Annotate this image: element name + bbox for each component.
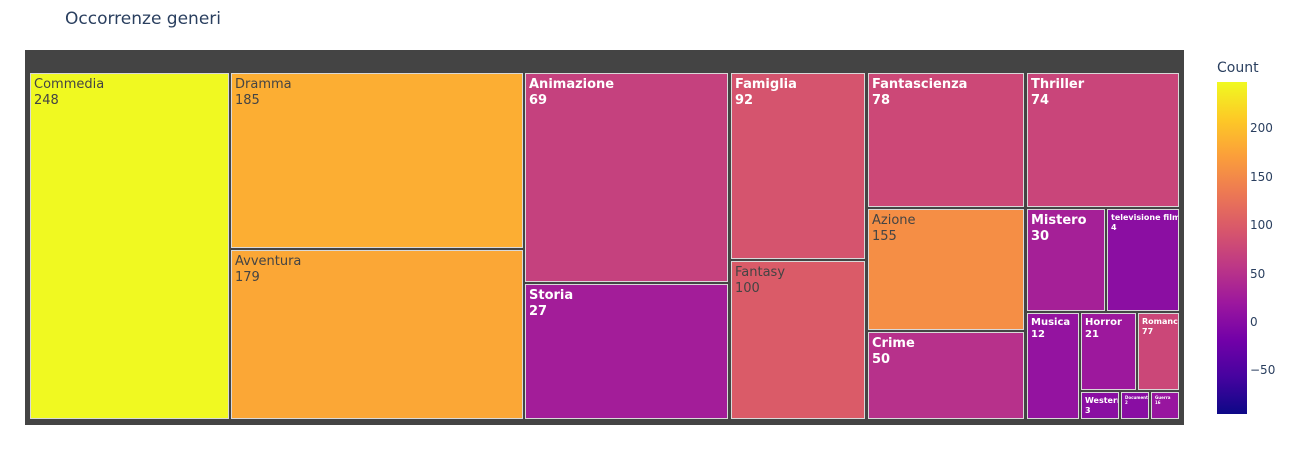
tile-label: Azione 155 — [872, 213, 916, 244]
tile-famiglia[interactable]: Famiglia 92 — [731, 73, 865, 259]
tile-name: Mistero — [1031, 213, 1087, 228]
tile-name: Thriller — [1031, 77, 1085, 92]
colorbar-tick-label: 150 — [1250, 169, 1273, 184]
tile-fantasy[interactable]: Fantasy 100 — [731, 261, 865, 419]
tile-name: Animazione — [529, 77, 615, 92]
tile-value: 50 — [872, 351, 891, 367]
tile-label: Famiglia 92 — [735, 77, 797, 108]
tile-name: Famiglia — [735, 77, 797, 92]
tile-name: Musica — [1031, 317, 1071, 328]
tile-label: televisione film 4 — [1111, 213, 1179, 232]
tile-label: Western 3 — [1085, 396, 1119, 415]
tile-name: Documentario — [1125, 395, 1148, 400]
tile-value: 92 — [735, 92, 754, 108]
tile-label: Fantasy 100 — [735, 265, 785, 296]
tile-label: Dramma 185 — [235, 77, 292, 108]
tile-value: 74 — [1031, 92, 1050, 108]
tile-name: Azione — [872, 213, 916, 228]
tile-value: 248 — [34, 92, 59, 108]
tile-musica[interactable]: Musica 12 — [1027, 313, 1079, 419]
tile-label: Animazione 69 — [529, 77, 614, 108]
tile-value: 77 — [1142, 326, 1154, 336]
tile-name: televisione film — [1111, 213, 1179, 222]
tile-name: Western — [1085, 396, 1119, 405]
tile-commedia[interactable]: Commedia 248 — [30, 73, 229, 419]
tile-value: 2 — [1125, 399, 1128, 405]
colorbar-tick-label: 200 — [1250, 121, 1273, 136]
tile-value: 69 — [529, 92, 548, 108]
tile-thriller[interactable]: Thriller 74 — [1027, 73, 1179, 207]
colorbar-tick-label: 50 — [1250, 266, 1266, 281]
tile-label: Romance77 — [1142, 317, 1178, 336]
tile-name: Romance — [1142, 317, 1178, 326]
colorbar-tick-label: −50 — [1250, 363, 1276, 378]
tile-label: Fantascienza 78 — [872, 77, 967, 108]
chart-title: Occorrenze generi — [65, 9, 221, 29]
tile-dramma[interactable]: Dramma 185 — [231, 73, 523, 248]
tile-mistero[interactable]: Mistero 30 — [1027, 209, 1105, 311]
tile-label: Storia 27 — [529, 288, 573, 319]
tile-label: Guerra 16 — [1155, 395, 1171, 406]
tile-horror[interactable]: Horror 21 — [1081, 313, 1136, 390]
tile-label: Avventura 179 — [235, 254, 301, 285]
tile-value: 16 — [1155, 399, 1161, 405]
tile-label: Mistero 30 — [1031, 213, 1087, 244]
tile-avventura[interactable]: Avventura 179 — [231, 250, 523, 419]
tile-label: Musica 12 — [1031, 317, 1070, 341]
tile-name: Storia — [529, 288, 574, 303]
colorbar-tick-label: 100 — [1250, 218, 1273, 233]
tile-label: Crime 50 — [872, 336, 915, 367]
tile-label: Thriller 74 — [1031, 77, 1084, 108]
tile-value: 185 — [235, 92, 260, 108]
colorbar-tick-label: 0 — [1250, 315, 1258, 330]
tile-value: 12 — [1031, 329, 1045, 340]
tile-value: 179 — [235, 269, 260, 285]
tile-animazione[interactable]: Animazione 69 — [525, 73, 728, 282]
tile-documentario[interactable]: Documentario2 — [1121, 392, 1149, 419]
tile-value: 3 — [1085, 405, 1091, 415]
tile-fantascienza[interactable]: Fantascienza 78 — [868, 73, 1024, 207]
tile-value: 155 — [872, 228, 897, 244]
tile-label: Commedia 248 — [34, 77, 104, 108]
tile-crime[interactable]: Crime 50 — [868, 332, 1024, 419]
tile-label: Horror 21 — [1085, 317, 1122, 341]
tile-storia[interactable]: Storia 27 — [525, 284, 728, 419]
tile-label: Documentario2 — [1125, 395, 1148, 406]
tile-value: 78 — [872, 92, 891, 108]
tile-televisione-film[interactable]: televisione film 4 — [1107, 209, 1179, 311]
tile-name: Avventura — [235, 254, 302, 269]
colorbar — [1217, 82, 1247, 414]
treemap-root[interactable]: Commedia 248 Dramma 185 Avventura 179 Animazio… — [25, 50, 1184, 425]
tile-name: Fantasy — [735, 265, 786, 280]
tile-name: Fantascienza — [872, 77, 968, 92]
tile-name: Horror — [1085, 317, 1122, 328]
tile-azione[interactable]: Azione 155 — [868, 209, 1024, 330]
tile-value: 30 — [1031, 228, 1050, 244]
tile-value: 21 — [1085, 329, 1099, 340]
tile-western[interactable]: Western 3 — [1081, 392, 1119, 419]
colorbar-title: Count — [1217, 60, 1259, 76]
tile-value: 4 — [1111, 222, 1117, 232]
tile-value: 27 — [529, 303, 548, 319]
tile-guerra[interactable]: Guerra 16 — [1151, 392, 1179, 419]
tile-value: 100 — [735, 280, 760, 296]
tile-romance[interactable]: Romance77 — [1138, 313, 1179, 390]
tile-name: Commedia — [34, 77, 105, 92]
tile-name: Crime — [872, 336, 915, 351]
tile-name: Dramma — [235, 77, 292, 92]
